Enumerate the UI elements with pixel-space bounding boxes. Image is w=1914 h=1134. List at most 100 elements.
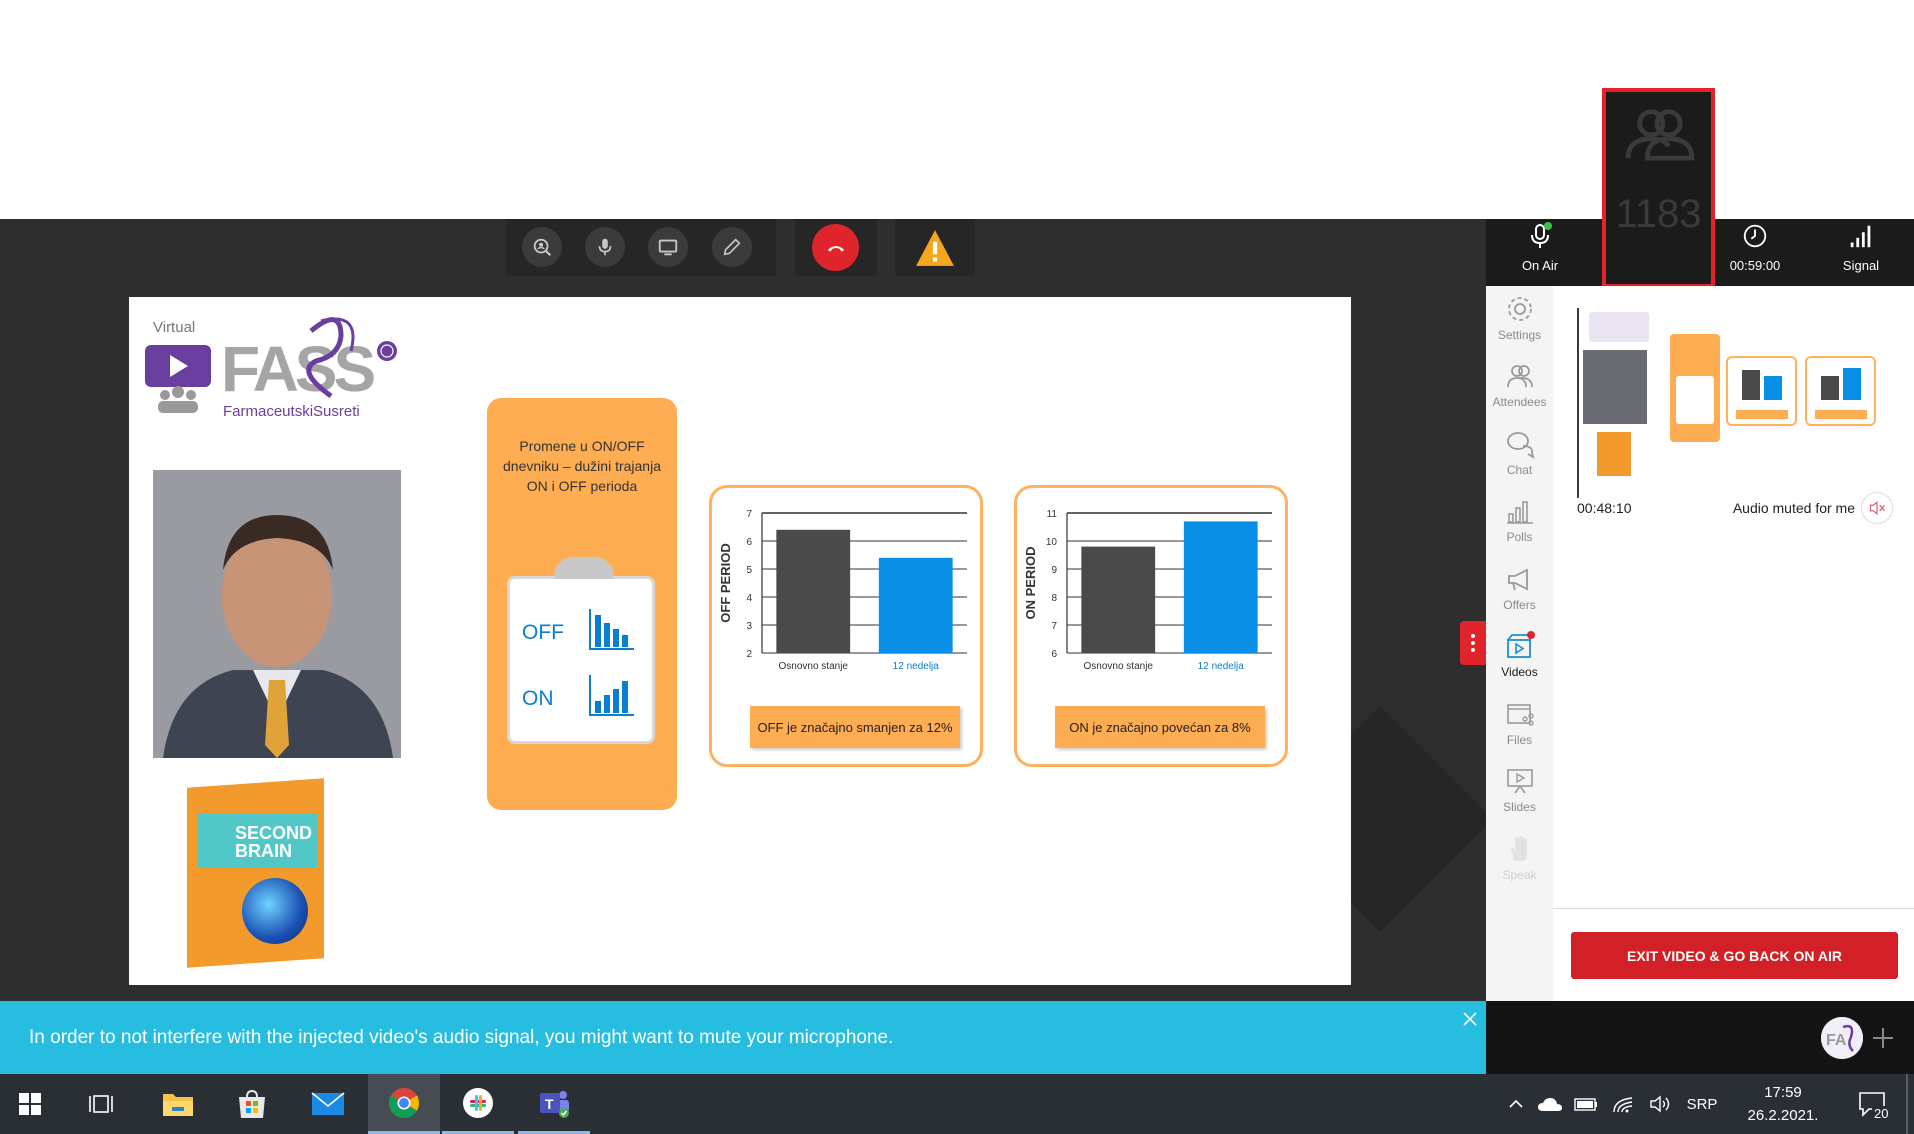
attendee-count: 1183 — [1615, 192, 1702, 236]
store-icon — [239, 1089, 265, 1118]
sidebar-item-offers[interactable]: Offers — [1486, 564, 1553, 631]
sidebar-item-files[interactable]: Files — [1486, 699, 1553, 766]
mail-button[interactable] — [292, 1074, 364, 1134]
video-thumbnail-3[interactable] — [1726, 356, 1797, 426]
on-off-card: Promene u ON/OFF dnevniku – dužini traja… — [487, 398, 677, 810]
screen-share-button[interactable] — [648, 227, 688, 267]
file-explorer-button[interactable] — [142, 1074, 214, 1134]
avatar[interactable]: FA — [1821, 1017, 1863, 1059]
chevron-up-icon — [1509, 1099, 1523, 1108]
sidebar-item-settings[interactable]: Settings — [1486, 294, 1553, 361]
hang-up-icon — [827, 245, 844, 252]
thumb-bar-blue — [1764, 376, 1782, 400]
x-category-label: Osnovno stanje — [779, 661, 849, 672]
thumb-bar-blue — [1843, 368, 1861, 400]
action-center[interactable]: 20 — [1850, 1074, 1894, 1134]
hang-up-group — [795, 219, 877, 276]
language-indicator[interactable]: SRP — [1680, 1074, 1724, 1134]
more-vertical-icon — [1471, 634, 1475, 652]
audio-mute-toggle[interactable] — [1861, 492, 1893, 524]
sidebar-label-chat: Chat — [1506, 463, 1533, 477]
on-air-status[interactable]: On Air — [1486, 219, 1594, 286]
y-tick-label: 7 — [1051, 621, 1057, 632]
bar-1 — [776, 529, 851, 653]
show-hidden-icons[interactable] — [1500, 1074, 1532, 1134]
warning-icon[interactable] — [913, 227, 957, 269]
onedrive-tray[interactable] — [1534, 1074, 1566, 1134]
slides-icon — [1506, 769, 1533, 794]
logo-brand-text: FarmaceutskiSusreti — [223, 403, 360, 420]
microphone-icon — [1531, 222, 1552, 248]
sidebar-item-speak[interactable]: Speak — [1486, 834, 1553, 901]
options-tab[interactable] — [1460, 621, 1486, 665]
y-tick-label: 6 — [1051, 649, 1057, 660]
product-brain-graphic — [242, 878, 308, 944]
clock[interactable]: 17:59 26.2.2021. — [1728, 1074, 1838, 1134]
on-chart-caption: ON je značajno povećan za 8% — [1055, 706, 1265, 748]
battery-icon — [1574, 1098, 1597, 1111]
megaphone-icon — [1507, 568, 1528, 591]
pen-button[interactable] — [712, 227, 752, 267]
exit-video-button[interactable]: EXIT VIDEO & GO BACK ON AIR — [1571, 932, 1898, 979]
sidebar-item-attendees[interactable]: Attendees — [1486, 361, 1553, 428]
bar-2 — [1183, 521, 1258, 653]
logo-virtual-text: Virtual — [153, 319, 196, 336]
thumb-caption — [1736, 410, 1788, 419]
x-category-label: Osnovno stanje — [1084, 661, 1154, 672]
videos-panel: 00:48:10 Audio muted for me — [1553, 286, 1914, 1001]
store-button[interactable] — [216, 1074, 288, 1134]
warning-group — [895, 219, 975, 276]
wifi-tray[interactable] — [1608, 1074, 1640, 1134]
y-tick-label: 6 — [746, 537, 752, 548]
x-category-label: 12 nedelja — [1198, 661, 1245, 672]
event-logo: Virtual FASS FarmaceutskiSusreti — [143, 311, 403, 421]
video-thumbnail-4[interactable] — [1805, 356, 1876, 426]
sidebar-label-videos: Videos — [1501, 665, 1538, 679]
hang-up-button[interactable] — [812, 224, 859, 271]
sidebar-item-polls[interactable]: Polls — [1486, 496, 1553, 563]
pen-icon — [723, 238, 741, 256]
sidebar-item-slides[interactable]: Slides — [1486, 766, 1553, 833]
off-period-chart-card: 2 3 4 5 6 7 OFF PERIOD Osnovno stanje 12 nedelja… — [709, 485, 983, 767]
attendees-icon — [1506, 365, 1533, 388]
video-icon — [1506, 631, 1535, 658]
chrome-button[interactable] — [368, 1074, 440, 1134]
clock-date: 26.2.2021. — [1747, 1107, 1819, 1124]
thumb-product — [1597, 432, 1631, 476]
fass-logo-mark: FASS — [221, 317, 397, 401]
show-desktop[interactable] — [1906, 1074, 1908, 1134]
sidebar-label-settings: Settings — [1497, 328, 1542, 342]
off-label: OFF — [522, 621, 564, 644]
attendee-counter[interactable]: 1183 — [1602, 88, 1715, 288]
teams-button[interactable]: T — [518, 1074, 590, 1134]
video-thumbnail-current[interactable] — [1583, 312, 1655, 484]
microphone-button[interactable] — [585, 227, 625, 267]
sidebar-label-speak: Speak — [1502, 868, 1537, 882]
product-box-front — [187, 778, 324, 968]
on-bars-icon — [589, 675, 634, 716]
attendees-icon — [1625, 109, 1695, 161]
slack-button[interactable] — [442, 1074, 514, 1134]
add-icon[interactable] — [1870, 1025, 1896, 1051]
teams-icon: T — [540, 1090, 569, 1118]
signal-label: Signal — [1842, 258, 1880, 273]
screen-share-icon — [658, 239, 678, 256]
search-user-button[interactable] — [522, 227, 562, 267]
close-icon[interactable] — [1460, 1009, 1480, 1029]
thumb-caption — [1815, 410, 1867, 419]
sidebar-item-videos[interactable]: Videos — [1486, 631, 1553, 698]
thumb-bar-dark — [1821, 376, 1839, 400]
off-chart-caption: OFF je značajno smanjen za 12% — [750, 706, 960, 748]
windows-logo-icon — [19, 1093, 41, 1115]
sidebar-item-chat[interactable]: Chat — [1486, 429, 1553, 496]
volume-tray[interactable] — [1644, 1074, 1676, 1134]
task-view-button[interactable] — [66, 1074, 138, 1134]
start-button[interactable] — [0, 1074, 60, 1134]
y-axis-label: ON PERIOD — [1023, 547, 1038, 620]
notification-count: 20 — [1872, 1106, 1891, 1121]
battery-tray[interactable] — [1570, 1074, 1602, 1134]
video-thumbnail-2[interactable] — [1670, 334, 1720, 442]
y-tick-label: 7 — [746, 509, 752, 520]
sidebar-label-polls: Polls — [1506, 530, 1533, 544]
y-tick-label: 10 — [1046, 537, 1058, 548]
